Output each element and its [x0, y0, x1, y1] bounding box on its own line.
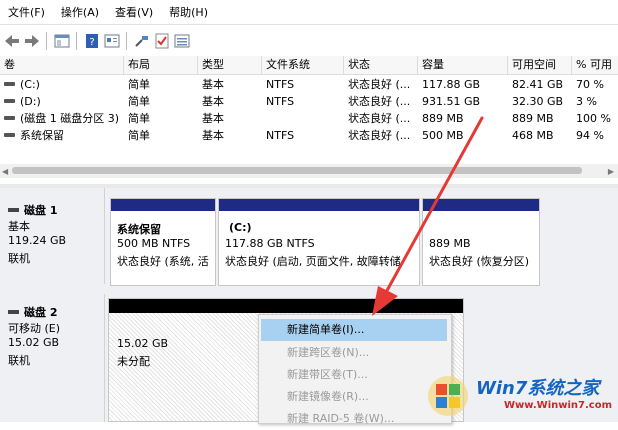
watermark-url: Www.Winwin7.com [504, 400, 613, 411]
watermark: Win7系统之家 Www.Winwin7.com [422, 368, 618, 422]
annotation-arrow-icon [372, 116, 484, 316]
watermark-brand: Win7系统之家 [476, 378, 600, 399]
windows-logo-icon [428, 376, 468, 416]
